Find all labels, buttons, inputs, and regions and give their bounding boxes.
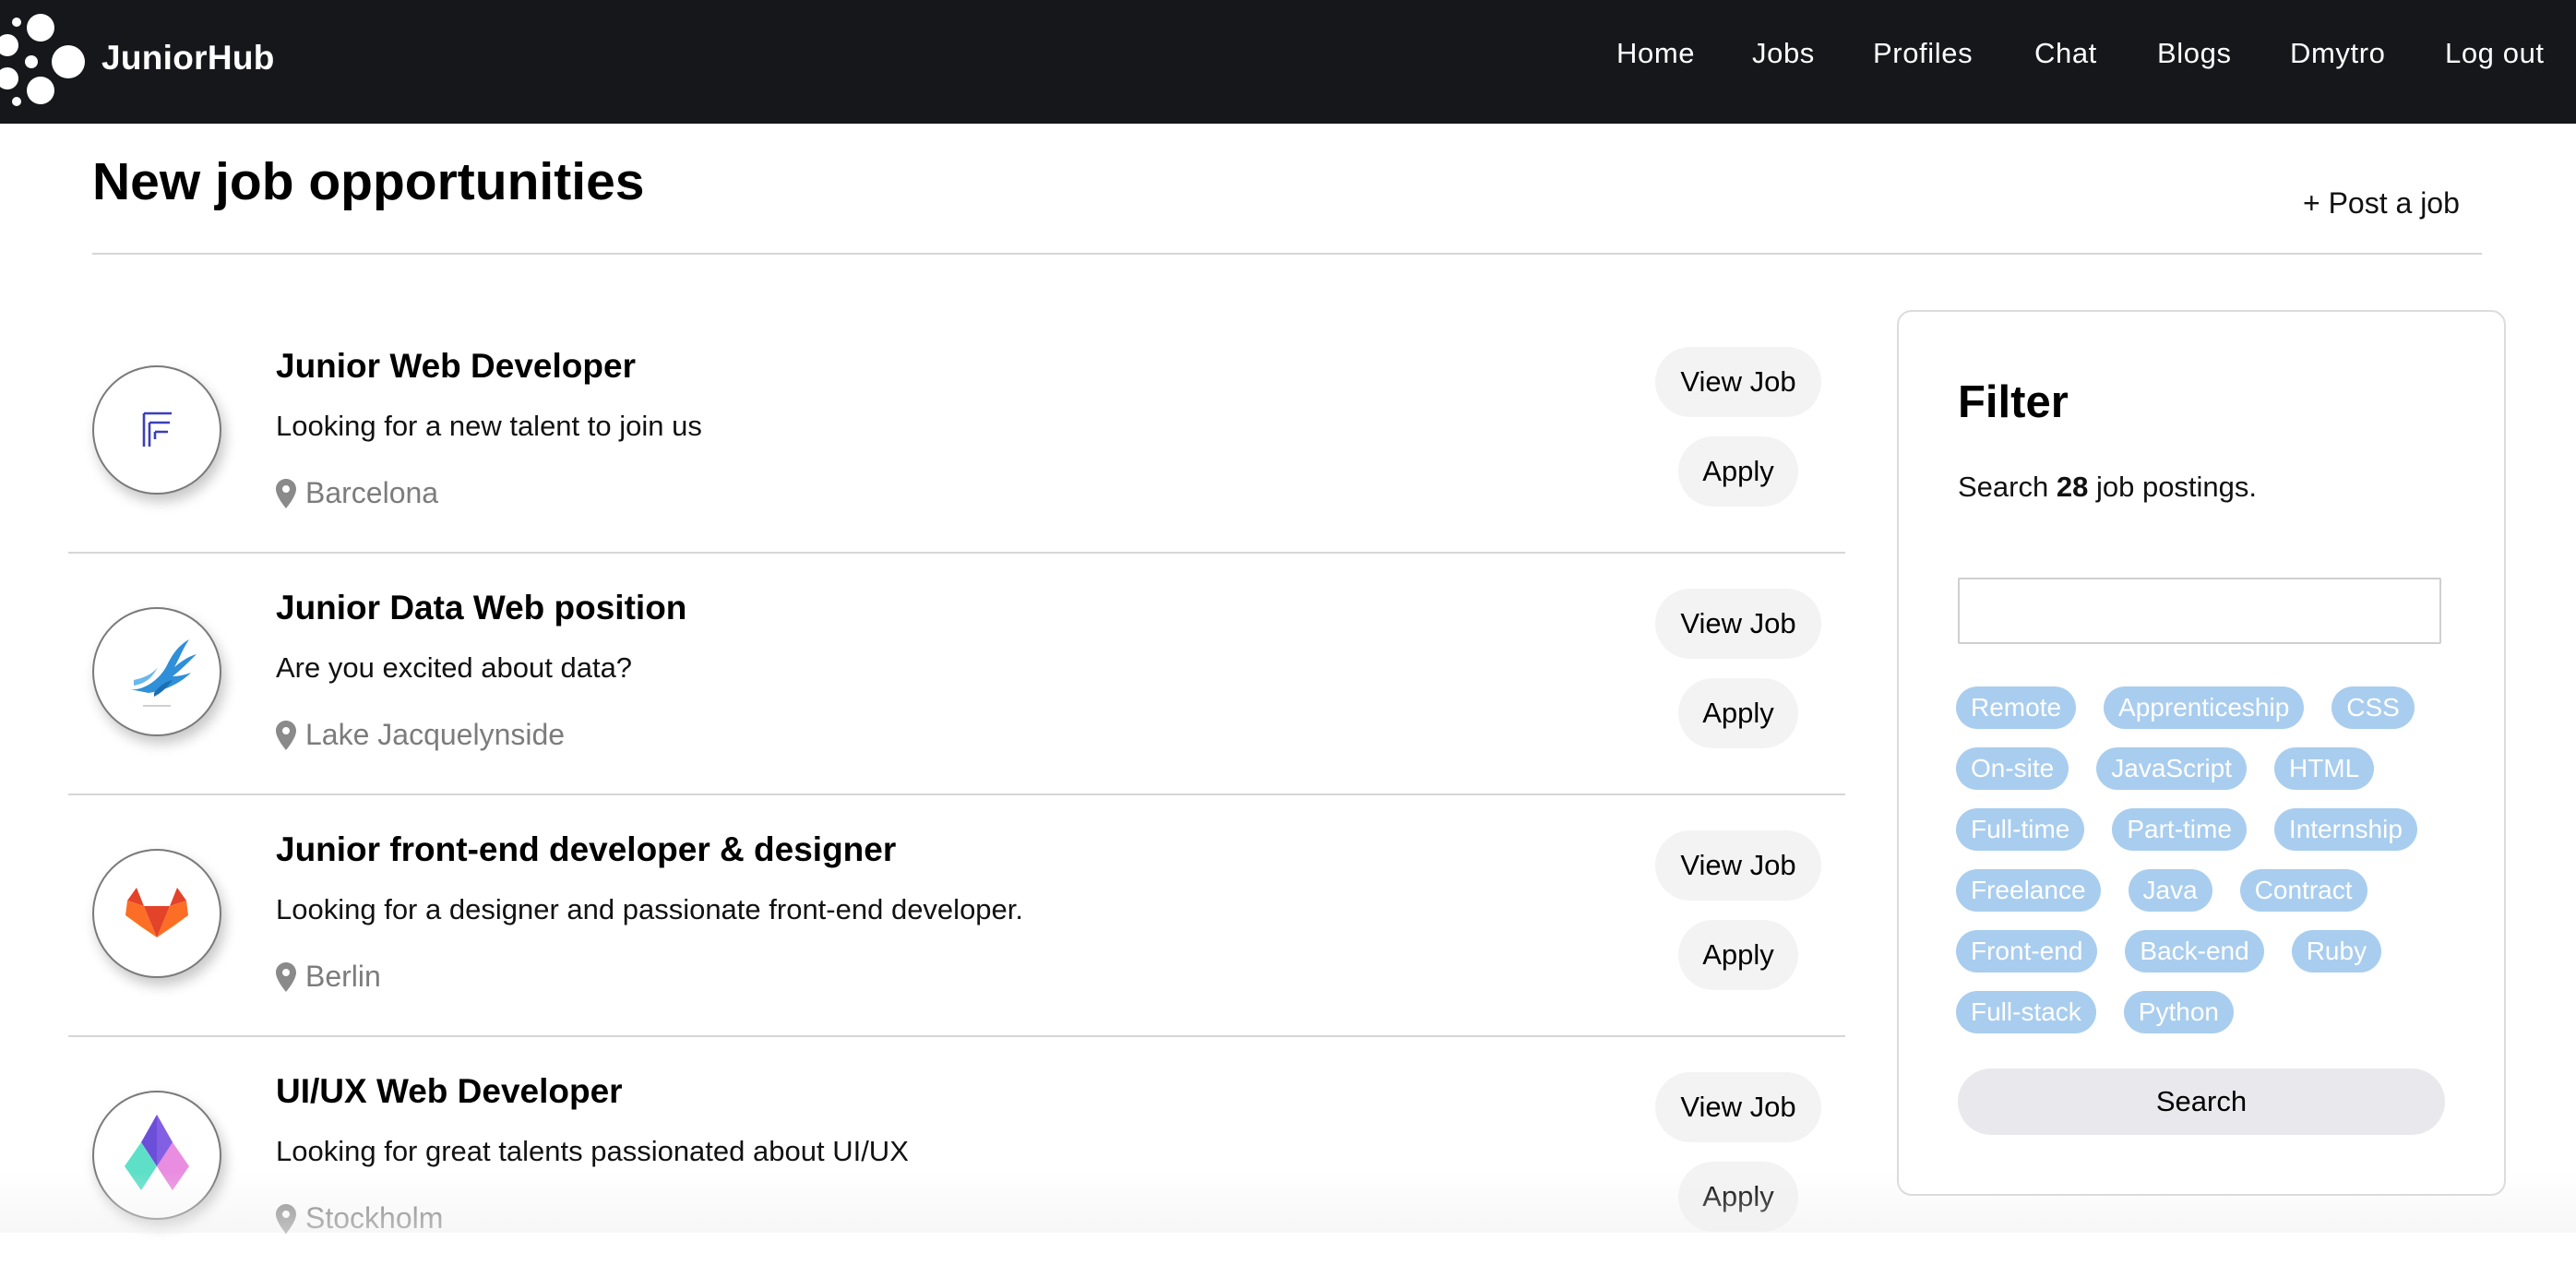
top-navbar: JuniorHub Home Jobs Profiles Chat Blogs … xyxy=(0,0,2576,124)
job-description: Looking for great talents passionated ab… xyxy=(276,1135,909,1167)
filter-title: Filter xyxy=(1958,377,2069,427)
diamond-logo-icon xyxy=(125,1115,189,1190)
job-location-text: Berlin xyxy=(305,960,381,993)
post-job-link[interactable]: + Post a job xyxy=(2303,186,2460,221)
filter-tag-list: Remote Apprenticeship CSS On-site JavaSc… xyxy=(1956,686,2454,1033)
tag-remote[interactable]: Remote xyxy=(1956,686,2077,729)
job-description: Looking for a new talent to join us xyxy=(276,410,702,442)
company-logo[interactable] xyxy=(92,1091,221,1220)
tag-internship[interactable]: Internship xyxy=(2273,808,2417,851)
company-logo[interactable] xyxy=(92,849,221,978)
header-divider xyxy=(92,253,2482,255)
junior-hub-logo-icon xyxy=(0,14,85,106)
blue-bird-logo-icon xyxy=(130,639,197,707)
brand[interactable]: JuniorHub xyxy=(0,0,274,124)
page-title: New job opportunities xyxy=(92,152,645,211)
map-pin-icon xyxy=(276,1203,296,1234)
apply-button[interactable]: Apply xyxy=(1678,920,1798,990)
view-job-button[interactable]: View Job xyxy=(1655,830,1821,901)
job-location: Stockholm xyxy=(276,1201,443,1235)
job-location-text: Stockholm xyxy=(305,1201,444,1235)
job-title[interactable]: Junior Web Developer xyxy=(276,347,636,386)
tag-on-site[interactable]: On-site xyxy=(1956,747,2069,790)
job-description: Looking for a designer and passionate fr… xyxy=(276,893,1024,925)
job-title[interactable]: Junior Data Web position xyxy=(276,589,686,627)
map-pin-icon xyxy=(276,961,296,992)
tag-front-end[interactable]: Front-end xyxy=(1956,930,2098,973)
job-card: Junior Web Developer Looking for a new t… xyxy=(68,310,1845,554)
letter-f-logo-icon xyxy=(142,412,172,447)
nav-link-home[interactable]: Home xyxy=(1616,37,1695,70)
nav-link-blogs[interactable]: Blogs xyxy=(2157,37,2232,70)
filter-search-button[interactable]: Search xyxy=(1958,1068,2445,1135)
job-card: Junior Data Web position Are you excited… xyxy=(68,552,1845,795)
job-location: Lake Jacquelynside xyxy=(276,718,565,752)
job-card: Junior front-end developer & designer Lo… xyxy=(68,794,1845,1037)
nav-link-user-profile[interactable]: Dmytro xyxy=(2290,37,2386,70)
fox-logo-icon xyxy=(125,888,188,937)
tag-part-time[interactable]: Part-time xyxy=(2112,808,2247,851)
company-logo[interactable] xyxy=(92,607,221,736)
tag-apprenticeship[interactable]: Apprenticeship xyxy=(2104,686,2305,729)
nav-link-jobs[interactable]: Jobs xyxy=(1752,37,1815,70)
view-job-button[interactable]: View Job xyxy=(1655,1072,1821,1142)
tag-ruby[interactable]: Ruby xyxy=(2291,930,2382,973)
job-title[interactable]: Junior front-end developer & designer xyxy=(276,830,896,869)
nav-link-chat[interactable]: Chat xyxy=(2034,37,2097,70)
view-job-button[interactable]: View Job xyxy=(1655,347,1821,417)
nav-link-logout[interactable]: Log out xyxy=(2445,37,2545,70)
job-count-suffix: job postings. xyxy=(2095,471,2258,503)
filter-panel: Filter Search 28 job postings. Remote Ap… xyxy=(1897,310,2506,1196)
brand-name: JuniorHub xyxy=(101,39,275,77)
view-job-button[interactable]: View Job xyxy=(1655,589,1821,659)
tag-java[interactable]: Java xyxy=(2128,869,2212,912)
apply-button[interactable]: Apply xyxy=(1678,1162,1798,1232)
tag-css[interactable]: CSS xyxy=(2332,686,2415,729)
filter-search-input[interactable] xyxy=(1958,578,2441,644)
nav-link-profiles[interactable]: Profiles xyxy=(1873,37,1973,70)
tag-python[interactable]: Python xyxy=(2123,991,2234,1033)
job-description: Are you excited about data? xyxy=(276,651,633,684)
job-location-text: Barcelona xyxy=(305,476,439,509)
tag-full-stack[interactable]: Full-stack xyxy=(1956,991,2096,1033)
job-title[interactable]: UI/UX Web Developer xyxy=(276,1072,623,1111)
apply-button[interactable]: Apply xyxy=(1678,436,1798,507)
job-location: Berlin xyxy=(276,960,381,994)
job-count-text: Search 28 job postings. xyxy=(1958,471,2257,504)
job-card: UI/UX Web Developer Looking for great ta… xyxy=(68,1035,1845,1277)
tag-contract[interactable]: Contract xyxy=(2239,869,2367,912)
tag-back-end[interactable]: Back-end xyxy=(2125,930,2264,973)
job-count: 28 xyxy=(2056,471,2089,503)
tag-html[interactable]: HTML xyxy=(2273,747,2375,790)
company-logo[interactable] xyxy=(92,365,221,495)
tag-javascript[interactable]: JavaScript xyxy=(2096,747,2247,790)
map-pin-icon xyxy=(276,720,296,750)
job-count-prefix: Search xyxy=(1958,471,2049,503)
apply-button[interactable]: Apply xyxy=(1678,678,1798,748)
map-pin-icon xyxy=(276,478,296,508)
job-location-text: Lake Jacquelynside xyxy=(305,718,566,751)
job-location: Barcelona xyxy=(276,476,438,510)
tag-freelance[interactable]: Freelance xyxy=(1956,869,2101,912)
tag-full-time[interactable]: Full-time xyxy=(1956,808,2085,851)
